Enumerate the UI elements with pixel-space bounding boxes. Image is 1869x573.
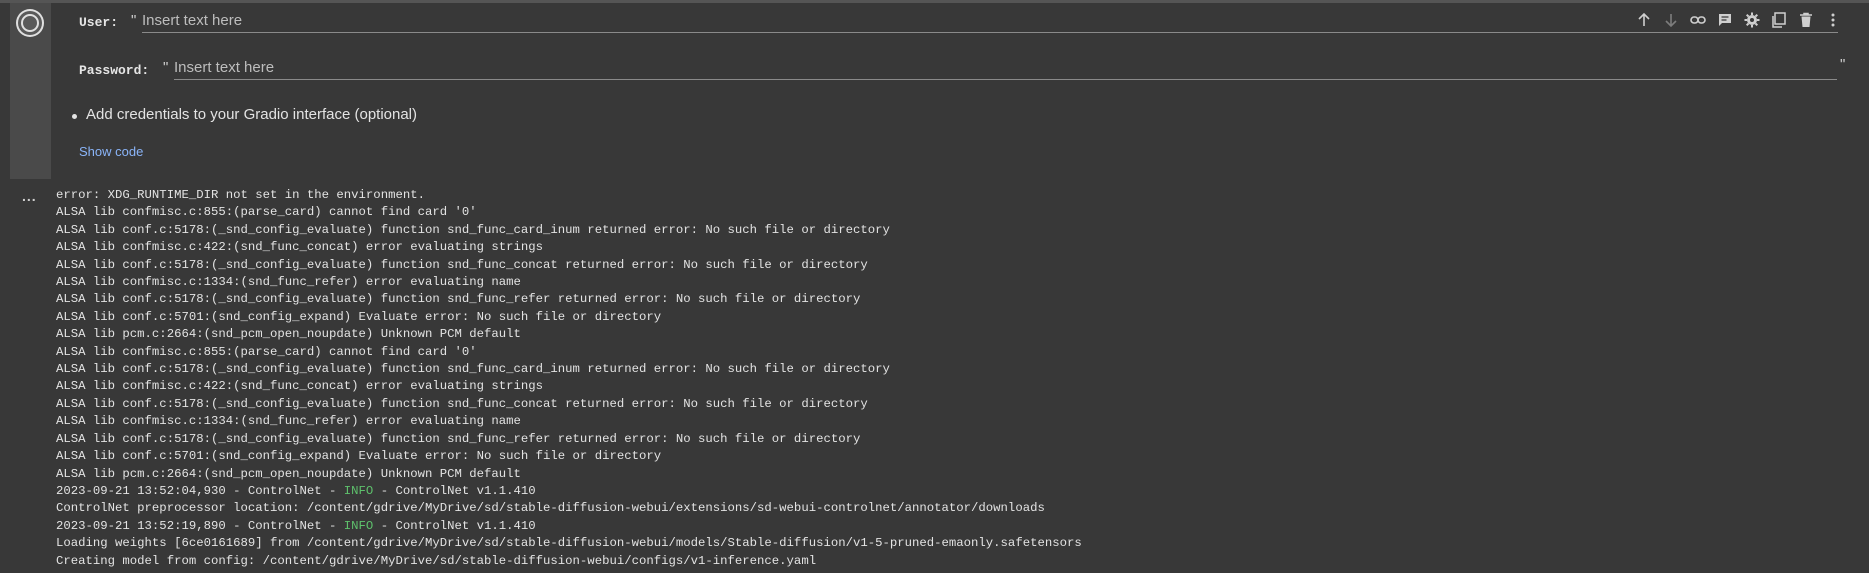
log-message: - ControlNet v1.1.410	[373, 518, 536, 533]
cell-output: error: XDG_RUNTIME_DIR not set in the en…	[56, 187, 1856, 570]
output-line: Creating model from config: /content/gdr…	[56, 553, 817, 568]
run-cell-button[interactable]	[16, 9, 44, 37]
comment-icon	[1718, 14, 1731, 26]
output-line: ALSA lib confmisc.c:855:(parse_card) can…	[56, 205, 477, 220]
add-comment-button[interactable]	[1713, 8, 1736, 32]
credentials-note: Add credentials to your Gradio interface…	[72, 106, 418, 123]
settings-button[interactable]	[1740, 8, 1763, 32]
output-line: error: XDG_RUNTIME_DIR not set in the en…	[56, 188, 425, 202]
bullet-dot	[72, 114, 77, 119]
arrow-down-icon	[1664, 14, 1677, 28]
output-line: ALSA lib pcm.c:2664:(snd_pcm_open_noupda…	[56, 466, 521, 481]
delete-cell-button[interactable]	[1794, 8, 1817, 32]
more-vert-icon	[1831, 13, 1834, 27]
output-line: ALSA lib confmisc.c:1334:(snd_func_refer…	[56, 275, 521, 290]
password-label: Password:	[79, 63, 150, 78]
gear-icon	[1744, 12, 1759, 28]
log-prefix: 2023-09-21 13:52:19,890 - ControlNet -	[56, 518, 344, 533]
credentials-note-text: Add credentials to your Gradio interface…	[86, 106, 418, 123]
output-line: ALSA lib conf.c:5701:(snd_config_expand)…	[56, 309, 662, 324]
log-prefix: 2023-09-21 13:52:04,930 - ControlNet -	[56, 483, 344, 498]
output-line: ALSA lib conf.c:5178:(_snd_config_evalua…	[56, 257, 868, 272]
user-input[interactable]	[142, 12, 1838, 33]
output-line: ALSA lib confmisc.c:422:(snd_func_concat…	[56, 240, 544, 255]
password-closing-quote: "	[1840, 56, 1846, 73]
password-input[interactable]	[174, 59, 1837, 80]
password-quote-glyph: "	[163, 59, 169, 76]
user-quote-glyph: "	[131, 12, 137, 29]
output-line: 2023-09-21 13:52:04,930 - ControlNet - I…	[56, 483, 1856, 500]
mirror-cell-icon	[1771, 12, 1786, 28]
output-line: 2023-09-21 13:52:19,890 - ControlNet - I…	[56, 518, 1856, 535]
more-actions-button[interactable]	[1821, 8, 1844, 32]
log-message: - ControlNet v1.1.410	[373, 483, 536, 498]
output-line: ALSA lib conf.c:5178:(_snd_config_evalua…	[56, 396, 868, 411]
move-up-button[interactable]	[1632, 8, 1655, 32]
output-line: ALSA lib confmisc.c:422:(snd_func_concat…	[56, 379, 544, 394]
user-label: User:	[79, 15, 119, 30]
output-line: ALSA lib confmisc.c:855:(parse_card) can…	[56, 344, 477, 359]
mirror-cell-button[interactable]	[1767, 8, 1790, 32]
output-line: ControlNet preprocessor location: /conte…	[56, 501, 1045, 516]
output-line: ALSA lib conf.c:5701:(snd_config_expand)…	[56, 449, 662, 464]
copy-link-button[interactable]	[1686, 8, 1709, 32]
log-level-info: INFO	[343, 518, 374, 533]
output-line: Loading weights [6ce0161689] from /conte…	[56, 536, 1082, 551]
show-code-link[interactable]: Show code	[79, 144, 143, 159]
arrow-up-icon	[1637, 12, 1650, 26]
output-line: ALSA lib pcm.c:2664:(snd_pcm_open_noupda…	[56, 327, 521, 342]
link-icon	[1689, 16, 1706, 24]
run-icon	[21, 14, 39, 32]
output-line: ALSA lib confmisc.c:1334:(snd_func_refer…	[56, 414, 521, 429]
cell-toolbar	[1632, 8, 1844, 32]
output-menu-button[interactable]: ...	[22, 188, 37, 204]
output-line: ALSA lib conf.c:5178:(_snd_config_evalua…	[56, 362, 890, 377]
log-level-info: INFO	[343, 483, 374, 498]
move-down-button[interactable]	[1659, 8, 1682, 32]
output-line: ALSA lib conf.c:5178:(_snd_config_evalua…	[56, 222, 890, 237]
output-line: ALSA lib conf.c:5178:(_snd_config_evalua…	[56, 431, 861, 446]
trash-icon	[1799, 12, 1812, 27]
output-line: ALSA lib conf.c:5178:(_snd_config_evalua…	[56, 292, 861, 307]
